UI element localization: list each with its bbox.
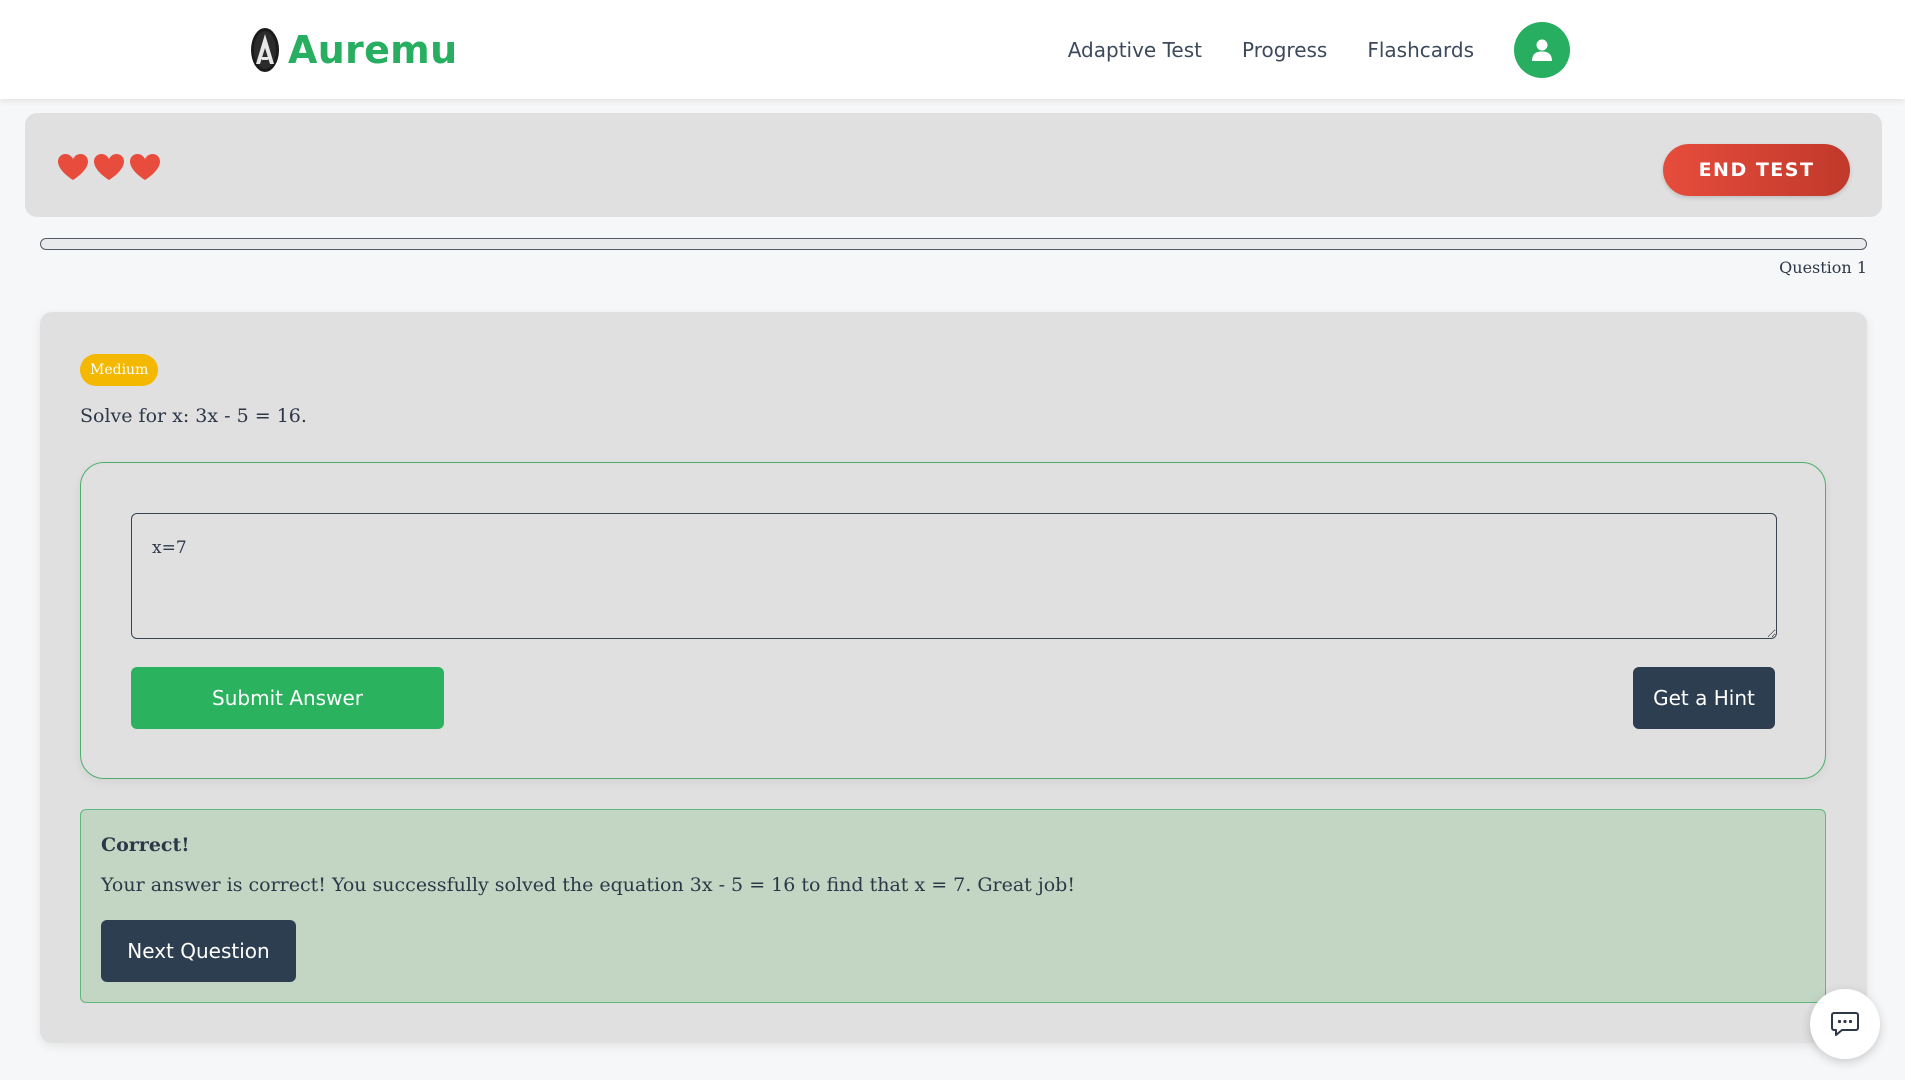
nav-flashcards[interactable]: Flashcards bbox=[1367, 38, 1474, 62]
difficulty-badge: Medium bbox=[80, 354, 159, 386]
question-card: Medium Solve for x: 3x - 5 = 16. Submit … bbox=[40, 312, 1867, 1043]
nav-links: Adaptive Test Progress Flashcards bbox=[1068, 22, 1570, 78]
chat-icon bbox=[1831, 1012, 1859, 1036]
test-status-bar: END TEST bbox=[25, 113, 1882, 217]
next-question-button[interactable]: Next Question bbox=[101, 920, 296, 982]
get-hint-button[interactable]: Get a Hint bbox=[1633, 667, 1775, 729]
user-icon bbox=[1532, 39, 1552, 61]
brand-logo-icon bbox=[251, 28, 279, 72]
heart-icon bbox=[58, 154, 88, 180]
lives-indicator bbox=[57, 153, 165, 181]
feedback-title: Correct! bbox=[101, 834, 190, 856]
heart-icon bbox=[130, 154, 160, 180]
question-text: Solve for x: 3x - 5 = 16. bbox=[80, 405, 307, 427]
answer-panel: Submit Answer Get a Hint bbox=[80, 462, 1826, 779]
question-counter: Question 1 bbox=[1779, 258, 1867, 277]
end-test-button[interactable]: END TEST bbox=[1663, 144, 1850, 196]
answer-input[interactable] bbox=[131, 513, 1777, 639]
feedback-message: Your answer is correct! You successfully… bbox=[101, 874, 1075, 896]
nav-progress[interactable]: Progress bbox=[1242, 38, 1327, 62]
progress-bar bbox=[40, 238, 1867, 250]
chat-button[interactable] bbox=[1810, 989, 1880, 1059]
feedback-panel: Correct! Your answer is correct! You suc… bbox=[80, 809, 1826, 1003]
brand-name: Auremu bbox=[288, 28, 458, 72]
brand[interactable]: Auremu bbox=[250, 26, 457, 74]
heart-icon bbox=[94, 154, 124, 180]
top-navbar: Auremu Adaptive Test Progress Flashcards bbox=[0, 0, 1905, 99]
nav-adaptive-test[interactable]: Adaptive Test bbox=[1068, 38, 1202, 62]
user-avatar-button[interactable] bbox=[1514, 22, 1570, 78]
submit-answer-button[interactable]: Submit Answer bbox=[131, 667, 444, 729]
